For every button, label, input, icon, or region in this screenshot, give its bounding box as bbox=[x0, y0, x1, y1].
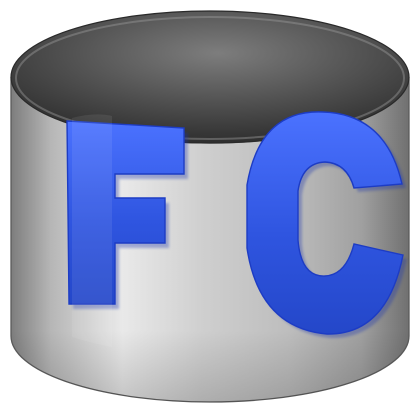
app-logo bbox=[10, 10, 410, 403]
body-gloss bbox=[72, 114, 112, 348]
